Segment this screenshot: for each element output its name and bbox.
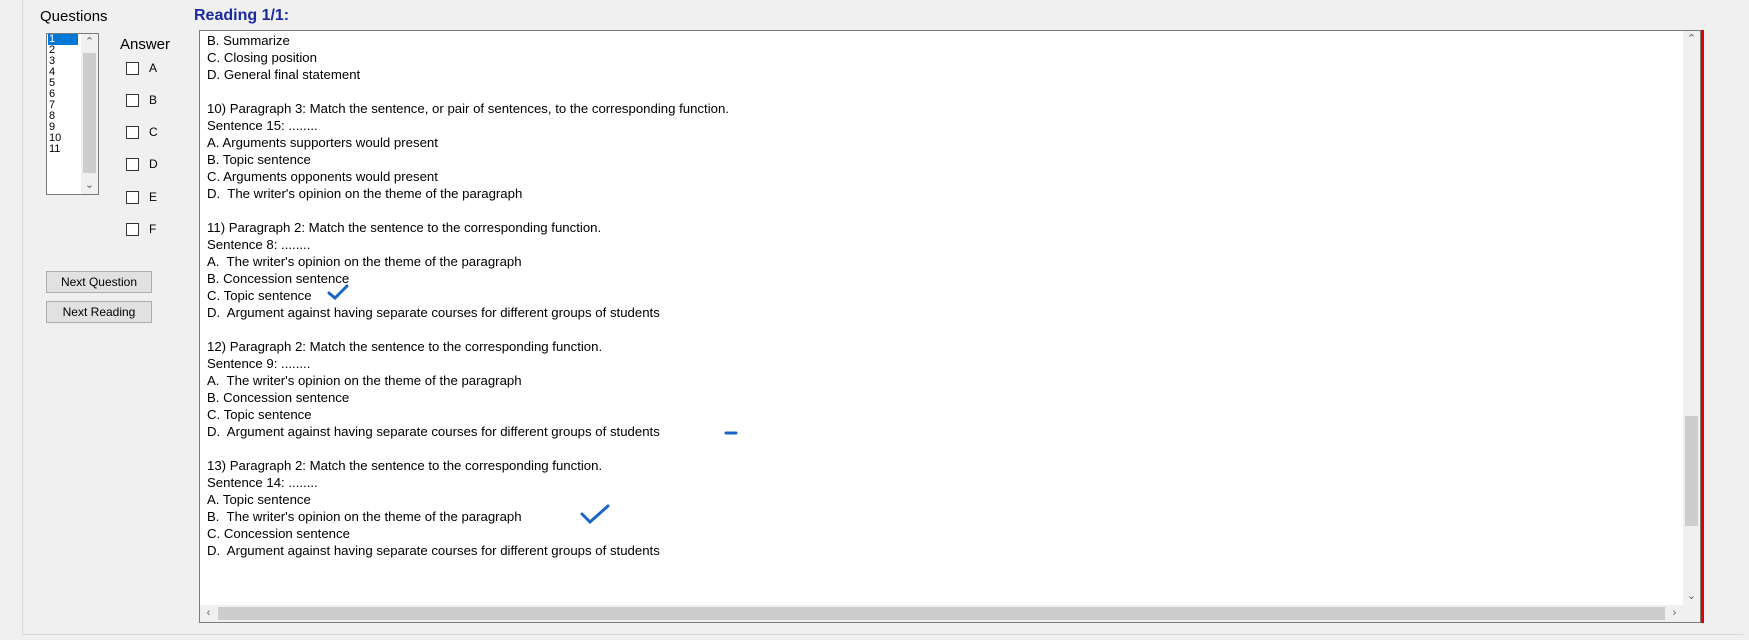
reading-title: Reading 1/1: <box>194 7 290 24</box>
reading-line: C. Topic sentence <box>207 288 312 303</box>
reading-line: 13) Paragraph 2: Match the sentence to t… <box>207 458 603 473</box>
reading-horizontal-scrollbar[interactable]: ‹ › <box>200 605 1683 622</box>
reading-textbox[interactable]: B. Summarize C. Closing position D. Genera… <box>199 30 1701 623</box>
question-list-item[interactable]: 11 <box>48 144 78 155</box>
answer-option-a[interactable]: A <box>126 60 157 76</box>
reading-line: D. General final statement <box>207 67 361 82</box>
answer-option-label: F <box>149 222 157 236</box>
reading-line: Sentence 14: ........ <box>207 475 318 490</box>
reading-line: B. The writer's opinion on the theme of … <box>207 509 522 524</box>
reading-vertical-scrollbar[interactable]: ⌃ ⌄ <box>1683 31 1700 605</box>
reading-line: D. The writer's opinion on the theme of … <box>207 186 523 201</box>
reading-text: B. Summarize C. Closing position D. Genera… <box>207 32 1667 559</box>
scroll-left-icon[interactable]: ‹ <box>200 605 217 622</box>
scroll-up-icon[interactable]: ⌃ <box>1683 31 1700 48</box>
reading-vertical-scroll-thumb[interactable] <box>1685 416 1698 526</box>
reading-line: 11) Paragraph 2: Match the sentence to t… <box>207 220 602 235</box>
checkmark-icon <box>327 284 349 300</box>
question-list-items: 1 2 3 4 5 6 7 8 9 10 11 <box>48 34 78 155</box>
reading-line: Sentence 9: ........ <box>207 356 311 371</box>
dash-mark-icon <box>724 431 738 435</box>
red-border-line <box>1701 30 1704 623</box>
checkbox[interactable] <box>126 157 139 171</box>
next-question-button[interactable]: Next Question <box>46 271 152 293</box>
reading-line: C. Topic sentence <box>207 407 312 422</box>
checkbox[interactable] <box>126 125 139 139</box>
reading-line: Sentence 15: ........ <box>207 118 318 133</box>
checkbox[interactable] <box>126 61 139 75</box>
reading-line: 12) Paragraph 2: Match the sentence to t… <box>207 339 603 354</box>
scroll-right-icon[interactable]: › <box>1666 605 1683 622</box>
reading-line: B. Topic sentence <box>207 152 311 167</box>
scroll-up-icon[interactable]: ⌃ <box>81 34 98 51</box>
questions-label: Questions <box>40 8 108 25</box>
scroll-down-icon[interactable]: ⌄ <box>1683 588 1700 605</box>
answer-option-label: E <box>149 190 158 204</box>
reading-line: C. Concession sentence <box>207 526 350 541</box>
scrollbar-corner <box>1683 605 1700 622</box>
answer-option-e[interactable]: E <box>126 189 157 205</box>
next-reading-button[interactable]: Next Reading <box>46 301 152 323</box>
reading-line: B. Summarize <box>207 33 290 48</box>
scroll-down-icon[interactable]: ⌄ <box>81 177 98 194</box>
reading-line: 10) Paragraph 3: Match the sentence, or … <box>207 101 729 116</box>
reading-line: C. Closing position <box>207 50 317 65</box>
reading-line: B. Concession sentence <box>207 271 350 286</box>
checkmark-icon <box>580 504 610 525</box>
question-list-scrollbar[interactable]: ⌃ ⌄ <box>81 34 98 194</box>
answer-option-c[interactable]: C <box>126 124 158 140</box>
reading-line: D. Argument against having separate cour… <box>207 543 660 558</box>
question-listbox[interactable]: 1 2 3 4 5 6 7 8 9 10 11 ⌃ ⌄ <box>46 33 99 195</box>
answer-option-label: A <box>149 61 158 75</box>
reading-line: A. The writer's opinion on the theme of … <box>207 373 522 388</box>
answer-option-label: D <box>149 157 158 171</box>
answer-option-b[interactable]: B <box>126 92 157 108</box>
reading-line: Sentence 8: ........ <box>207 237 311 252</box>
answer-option-label: B <box>149 93 158 107</box>
reading-horizontal-scroll-thumb[interactable] <box>218 607 1665 620</box>
reading-line: C. Arguments opponents would present <box>207 169 438 184</box>
question-list-scroll-thumb[interactable] <box>83 53 96 173</box>
reading-line: D. Argument against having separate cour… <box>207 305 660 320</box>
checkbox[interactable] <box>126 93 139 107</box>
answer-label: Answer <box>120 36 171 53</box>
answer-option-d[interactable]: D <box>126 156 158 172</box>
reading-line: A. Arguments supporters would present <box>207 135 438 150</box>
reading-line: A. The writer's opinion on the theme of … <box>207 254 522 269</box>
reading-line: B. Concession sentence <box>207 390 350 405</box>
checkbox[interactable] <box>126 222 139 236</box>
answer-option-f[interactable]: F <box>126 221 156 237</box>
reading-line: A. Topic sentence <box>207 492 311 507</box>
reading-line: D. Argument against having separate cour… <box>207 424 660 439</box>
answer-option-label: C <box>149 125 158 139</box>
checkbox[interactable] <box>126 190 139 204</box>
